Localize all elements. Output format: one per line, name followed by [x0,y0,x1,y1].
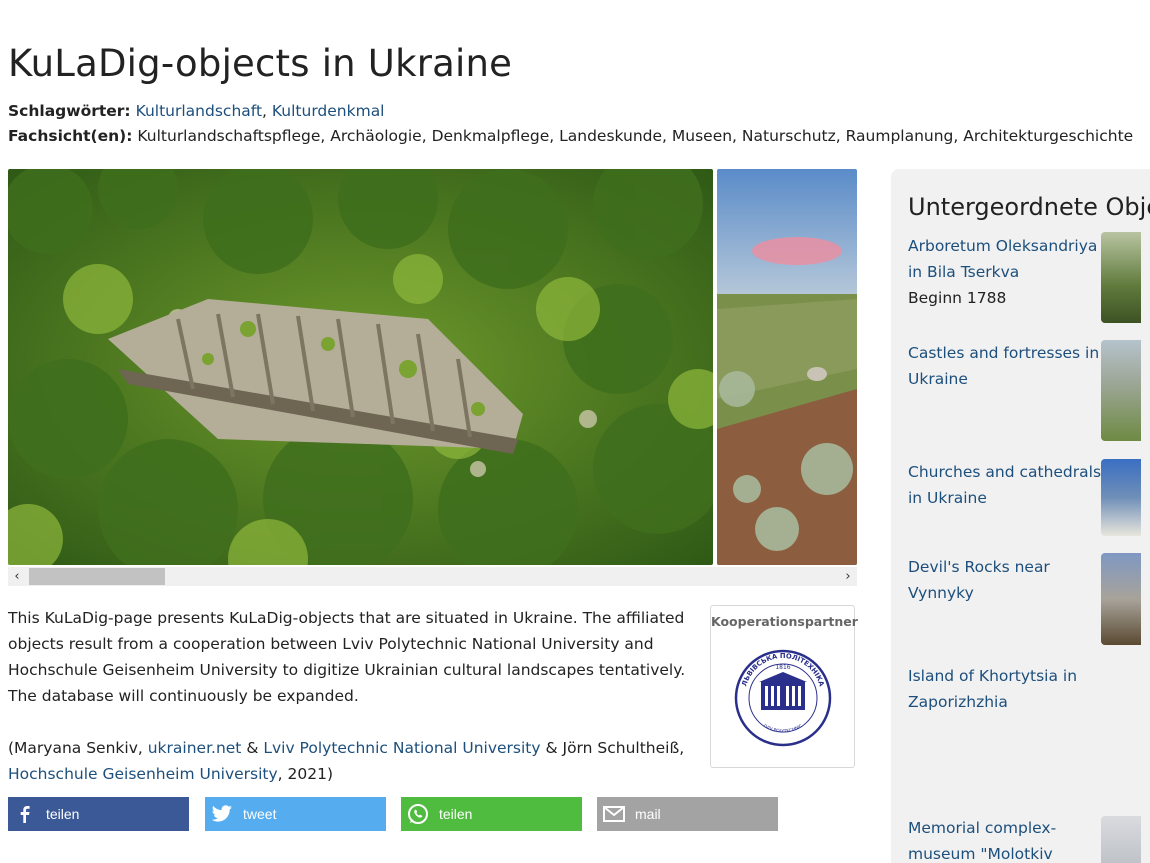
subordinate-objects-sidebar: Untergeordnete Objekte Arboretum Oleksan… [891,169,1150,863]
sidebar-item-link[interactable]: Island of Khortytsia in Zaporizhzhia [908,663,1108,715]
credit-text: (Maryana Senkiv, ukrainer.net & Lviv Pol… [8,735,708,787]
mail-share-label: mail [635,806,661,822]
twitter-share-label: tweet [243,806,277,822]
mail-share-button[interactable]: mail [597,797,778,831]
gallery-scrollbar[interactable]: ‹ › [8,567,857,586]
link-geisenheim[interactable]: Hochschule Geisenheim University [8,765,278,783]
description-text: This KuLaDig-page presents KuLaDig-objec… [8,609,686,705]
gallery-photo-steppe[interactable] [717,169,857,565]
sidebar-thumb-devils-rocks[interactable] [1101,553,1141,645]
scroll-left-arrow-icon[interactable]: ‹ [8,567,26,586]
credit-open: (Maryana Senkiv, [8,739,148,757]
logo-year: 1816 [775,664,790,671]
credit-close: , 2021) [277,765,334,783]
facebook-icon [8,797,42,831]
views-row: Fachsicht(en): Kulturlandschaftspflege, … [8,126,1133,146]
lviv-polytechnic-logo[interactable]: ЛЬВІВСЬКА ПОЛІТЕХНІКА LVIV POLYTECHNIC 1… [733,636,833,758]
sidebar-title: Untergeordnete Objekte [908,193,1150,221]
credit-amp: & [241,739,264,757]
keyword-separator: , [262,102,272,120]
sidebar-thumb-memorial[interactable] [1101,816,1141,863]
sidebar-item-link[interactable]: Memorial complex-museum "Molotkiv [908,815,1108,863]
partner-box[interactable]: Kooperationspartner ЛЬВІВСЬКА ПОЛІТЕХНІК… [710,605,858,768]
sidebar-thumb-churches[interactable] [1101,459,1141,536]
whatsapp-icon [401,797,435,831]
link-ukrainer[interactable]: ukrainer.net [148,739,242,757]
gallery-photo-fortress[interactable] [8,169,713,565]
twitter-icon [205,797,239,831]
keyword-link-kulturlandschaft[interactable]: Kulturlandschaft [136,102,262,120]
credit-mid: & Jörn Schultheiß, [540,739,685,757]
views-value: Kulturlandschaftspflege, Archäologie, De… [137,127,1134,145]
keyword-link-kulturdenkmal[interactable]: Kulturdenkmal [272,102,385,120]
image-gallery[interactable]: ‹ › [8,169,857,589]
keywords-label: Schlagwörter: [8,102,131,120]
scroll-right-arrow-icon[interactable]: › [839,567,857,586]
scrollbar-thumb[interactable] [29,568,165,585]
envelope-icon [597,797,631,831]
whatsapp-share-button[interactable]: teilen [401,797,582,831]
page-title: KuLaDig-objects in Ukraine [8,42,513,85]
facebook-share-label: teilen [46,806,80,822]
link-lviv-polytechnic[interactable]: Lviv Polytechnic National University [263,739,540,757]
keywords-row: Schlagwörter: Kulturlandschaft, Kulturde… [8,101,385,121]
sidebar-item-link[interactable]: Arboretum Oleksandriya in Bila Tserkva [908,233,1108,285]
sidebar-item-link[interactable]: Devil's Rocks near Vynnyky [908,554,1108,606]
sidebar-thumb-arboretum[interactable] [1101,232,1141,323]
sidebar-thumb-castles[interactable] [1101,340,1141,441]
sidebar-item-link[interactable]: Churches and cathedrals in Ukraine [908,459,1108,511]
whatsapp-share-label: teilen [439,806,473,822]
partner-label: Kooperationspartner [711,614,858,629]
twitter-share-button[interactable]: tweet [205,797,386,831]
facebook-share-button[interactable]: teilen [8,797,189,831]
sidebar-item-link[interactable]: Castles and fortresses in Ukraine [908,340,1108,392]
sidebar-item-khortytsia[interactable]: Island of Khortytsia in Zaporizhzhia [908,663,1150,715]
views-label: Fachsicht(en): [8,127,133,145]
